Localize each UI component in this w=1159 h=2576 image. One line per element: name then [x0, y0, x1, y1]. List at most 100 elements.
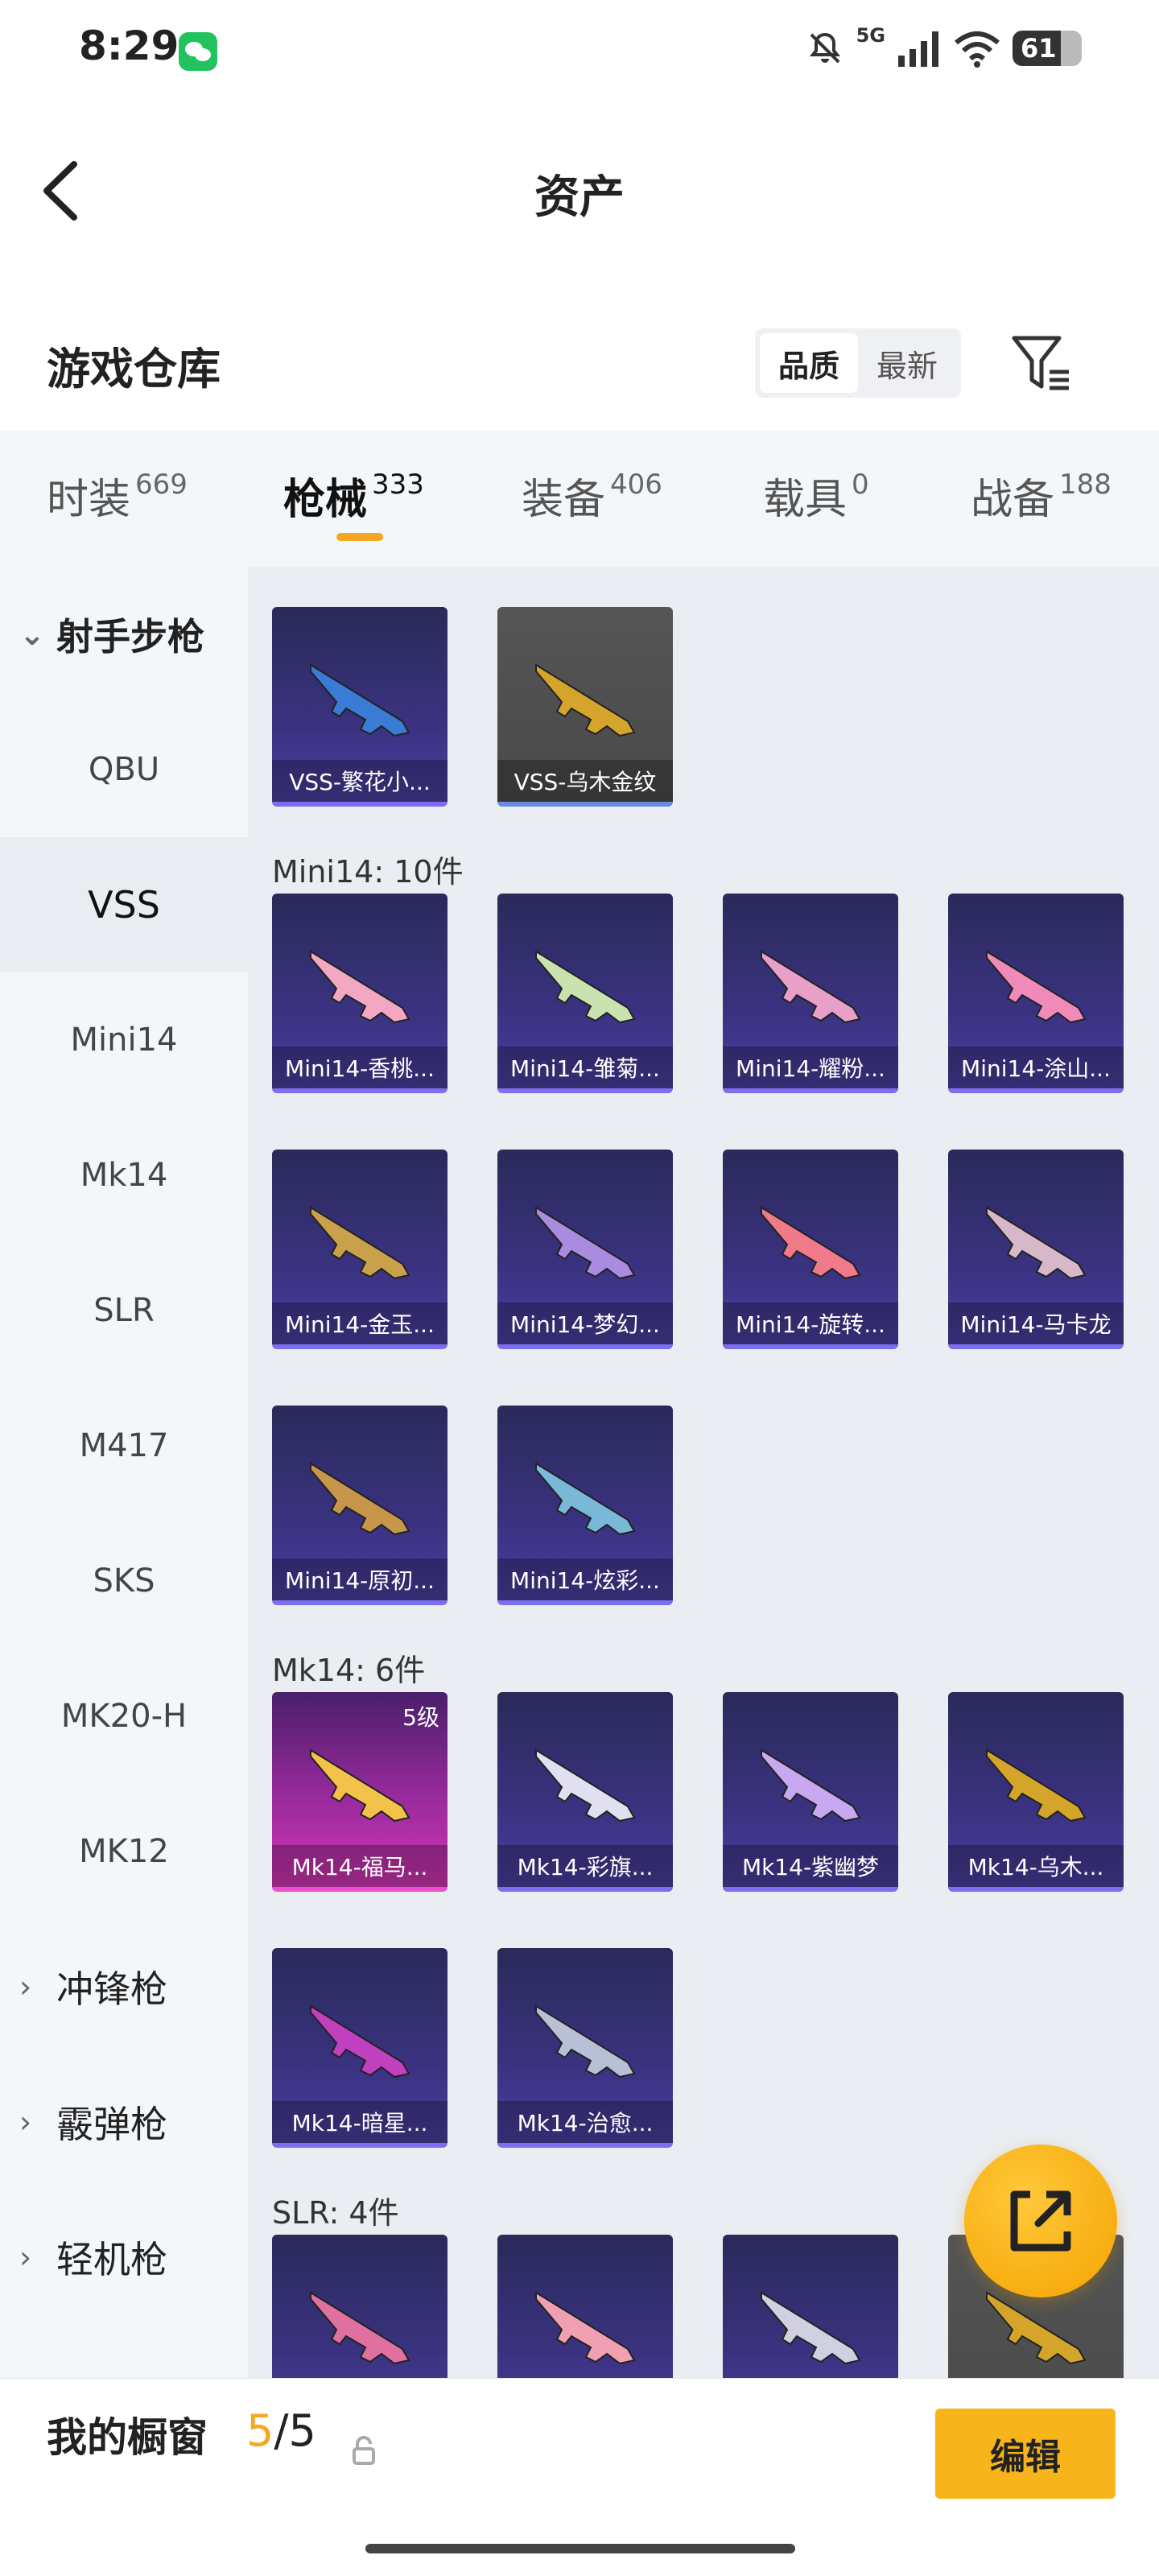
status-icons: 5G 61 — [805, 24, 1082, 72]
sidebar-item-vss[interactable]: VSS — [0, 837, 248, 972]
rifle-icon — [310, 1462, 410, 1536]
battery-empty-part — [1061, 31, 1082, 66]
rifle-icon — [310, 950, 410, 1024]
skin-card[interactable]: VSS-乌木金纹 — [497, 607, 673, 807]
rifle-icon — [986, 1748, 1087, 1823]
rifle-icon — [761, 2291, 861, 2365]
skin-card[interactable]: Mini14-马卡龙 — [948, 1150, 1124, 1349]
skin-name: Mk14-紫幽梦 — [723, 1845, 898, 1887]
skin-name: VSS-乌木金纹 — [497, 760, 673, 802]
tab-count: 0 — [852, 469, 869, 501]
rifle-icon — [535, 2291, 636, 2365]
tab-count: 333 — [372, 469, 424, 501]
back-arrow-icon[interactable] — [35, 155, 92, 227]
skin-card[interactable]: Mini14-旋转... — [723, 1150, 898, 1349]
rifle-icon — [761, 1206, 861, 1280]
tab-vehicles[interactable]: 载具 0 — [763, 465, 869, 526]
sidebar-item-m417[interactable]: M417 — [0, 1378, 248, 1513]
tab-label: 战备 — [971, 476, 1055, 524]
sidebar-item-slr[interactable]: SLR — [0, 1243, 248, 1378]
lock-icon — [353, 2436, 375, 2465]
rifle-icon — [535, 950, 636, 1024]
showcase-count: 5/5 — [246, 2405, 316, 2456]
weapon-type-sidebar: ⌄ 射手步枪 QBU VSS Mini14 Mk14 SLR M417 SKS … — [0, 567, 248, 2378]
home-indicator — [365, 2544, 795, 2553]
skin-card[interactable]: Mk14-彩旗... — [497, 1692, 673, 1892]
rifle-icon — [535, 2004, 636, 2079]
skin-name: Mini14-金玉... — [272, 1302, 448, 1344]
skin-card[interactable]: Mini14-原初... — [272, 1406, 448, 1605]
skin-card[interactable] — [272, 2235, 448, 2378]
skin-card[interactable]: VSS-繁花小... — [272, 607, 448, 807]
skin-card[interactable]: Mini14-炫彩... — [497, 1406, 673, 1605]
sidebar-item-mk20h[interactable]: MK20-H — [0, 1649, 248, 1784]
rifle-icon — [310, 663, 410, 737]
skin-card[interactable]: Mk14-乌木... — [948, 1692, 1124, 1892]
tab-active-underline — [336, 533, 383, 541]
skin-name: Mk14-福马... — [272, 1845, 448, 1887]
sidebar-item-mini14[interactable]: Mini14 — [0, 972, 248, 1108]
skin-card[interactable]: 5级 Mk14-福马... — [272, 1692, 448, 1892]
group-label: SLR: 4件 — [272, 2195, 399, 2231]
rifle-icon — [535, 1206, 636, 1280]
skin-name: Mini14-原初... — [272, 1558, 448, 1600]
tab-battle-gear[interactable]: 战备 188 — [971, 465, 1112, 526]
level-badge: 5级 — [402, 1704, 439, 1731]
skin-card[interactable]: Mini14-梦幻... — [497, 1150, 673, 1349]
rifle-icon — [535, 1748, 636, 1823]
skin-card[interactable]: Mk14-暗星... — [272, 1948, 448, 2148]
skin-card[interactable]: Mini14-金玉... — [272, 1150, 448, 1349]
tab-firearms[interactable]: 枪械 333 — [283, 465, 424, 526]
sidebar-category-lmg[interactable]: › 轻机枪 — [0, 2190, 248, 2325]
tab-count: 669 — [135, 469, 188, 501]
skin-name: Mini14-旋转... — [723, 1302, 898, 1344]
sidebar-category-marksman[interactable]: ⌄ 射手步枪 — [0, 567, 248, 702]
skin-card[interactable]: Mini14-香桃... — [272, 894, 448, 1093]
skin-card[interactable]: Mini14-涂山... — [948, 894, 1124, 1093]
sidebar-item-sks[interactable]: SKS — [0, 1513, 248, 1649]
rifle-icon — [310, 1748, 410, 1823]
skin-name: Mini14-雏菊... — [497, 1046, 673, 1088]
status-time: 8:29 — [79, 23, 179, 69]
network-label: 5G — [856, 24, 885, 47]
tab-count: 188 — [1059, 469, 1112, 501]
sidebar-item-mk12[interactable]: MK12 — [0, 1784, 248, 1919]
rifle-icon — [761, 950, 861, 1024]
sidebar-category-label: 射手步枪 — [56, 615, 204, 658]
showcase-count-current: 5 — [246, 2405, 274, 2456]
skin-name: Mk14-乌木... — [948, 1845, 1124, 1887]
skin-card[interactable]: Mini14-耀粉... — [723, 894, 898, 1093]
skin-name: Mk14-治愈... — [497, 2101, 673, 2143]
tab-equipment[interactable]: 装备 406 — [522, 465, 662, 526]
share-button[interactable] — [964, 2145, 1117, 2297]
battery-icon: 61 — [1013, 31, 1082, 66]
sidebar-item-mk14[interactable]: Mk14 — [0, 1108, 248, 1243]
skin-card[interactable] — [723, 2235, 898, 2378]
skin-name: Mini14-马卡龙 — [948, 1302, 1124, 1344]
tab-label: 时装 — [47, 476, 131, 524]
tab-label: 装备 — [522, 476, 606, 524]
sidebar-category-smg[interactable]: › 冲锋枪 — [0, 1919, 248, 2054]
skin-card[interactable]: Mk14-治愈... — [497, 1948, 673, 2148]
skin-card[interactable]: Mk14-紫幽梦 — [723, 1692, 898, 1892]
showcase-count-total: /5 — [274, 2405, 316, 2456]
filter-icon[interactable] — [1009, 330, 1074, 394]
sort-quality-button[interactable]: 品质 — [760, 333, 858, 393]
skin-name: Mk14-暗星... — [272, 2101, 448, 2143]
page-title: 资产 — [534, 171, 625, 224]
wechat-icon — [179, 32, 217, 71]
skin-card[interactable]: Mini14-雏菊... — [497, 894, 673, 1093]
tab-fashion[interactable]: 时装 669 — [47, 465, 188, 526]
skin-card[interactable] — [497, 2235, 673, 2378]
warehouse-title: 游戏仓库 — [47, 344, 221, 394]
sort-newest-button[interactable]: 最新 — [858, 333, 956, 393]
wifi-icon — [955, 31, 1000, 68]
sidebar-category-shotgun[interactable]: › 霰弹枪 — [0, 2054, 248, 2190]
rifle-icon — [535, 1462, 636, 1536]
mute-icon — [809, 32, 840, 64]
sort-segmented-control: 品质 最新 — [755, 328, 961, 398]
sidebar-item-qbu[interactable]: QBU — [0, 702, 248, 837]
edit-button[interactable]: 编辑 — [935, 2409, 1116, 2499]
tab-label: 枪械 — [283, 476, 368, 524]
skin-name: Mini14-涂山... — [948, 1046, 1124, 1088]
